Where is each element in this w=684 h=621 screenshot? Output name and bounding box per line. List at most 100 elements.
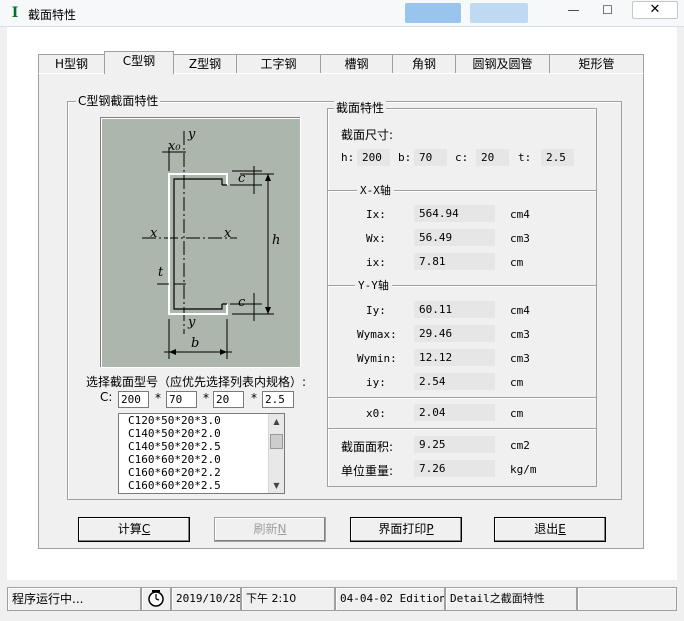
ix-unit: cm4	[510, 208, 530, 221]
tab-z-steel[interactable]: Z型钢	[173, 54, 237, 73]
label-c-bottom: c	[238, 295, 246, 310]
dim-b-label: b:	[398, 151, 412, 164]
background-window-blur-2	[470, 3, 528, 23]
tab-h-steel[interactable]: H型钢	[38, 54, 105, 73]
input-b[interactable]: 70	[166, 391, 197, 408]
list-item[interactable]: C120*50*20*3.0	[119, 414, 284, 427]
dim-t-label: t:	[518, 151, 532, 164]
group-title: 截面特性	[334, 101, 387, 115]
scroll-up-icon[interactable]: ▲	[269, 414, 284, 429]
area-value: 9.25	[414, 436, 495, 453]
x0-value: 2.04	[414, 404, 495, 421]
wx-value: 56.49	[414, 229, 495, 246]
wymax-label: Wymax:	[357, 328, 397, 341]
exit-button-hotkey: E	[558, 522, 566, 536]
separator-star: *	[251, 391, 257, 405]
c-section-diagram: y x₀ c x x h t c y b	[101, 118, 301, 368]
wymin-unit: cm3	[510, 352, 530, 365]
section-listbox[interactable]: C120*50*20*3.0 C140*50*20*2.0 C140*50*20…	[118, 413, 285, 494]
app-icon: I	[11, 5, 19, 21]
maximize-button[interactable]: ☐	[594, 1, 621, 19]
status-bar: 程序运行中... 2019/10/28 下午 2:10 04-04-02 Edi…	[7, 587, 677, 611]
wx-unit: cm3	[510, 232, 530, 245]
separator	[328, 428, 596, 430]
input-c[interactable]: 20	[213, 391, 244, 408]
weight-value: 7.26	[414, 460, 495, 477]
label-x-right: x	[224, 226, 232, 241]
label-x0: x₀	[168, 139, 181, 154]
tab-round-steel-tube[interactable]: 圆钢及圆管	[455, 54, 550, 73]
dim-t-value: 2.5	[541, 149, 574, 166]
background-window-blur	[405, 3, 461, 23]
yy-axis-title: Y-Y轴	[355, 277, 392, 293]
weight-unit: kg/m	[510, 463, 537, 476]
select-section-label: 选择截面型号（应优先选择列表内规格）:	[86, 375, 307, 389]
minimize-button[interactable]: —	[560, 1, 587, 19]
group-title: C型钢截面特性	[76, 94, 161, 108]
clock-icon	[141, 587, 171, 611]
refresh-button-hotkey: N	[277, 522, 287, 536]
dim-h-label: h:	[341, 151, 355, 164]
list-item[interactable]: C160*60*20*2.2	[119, 466, 284, 479]
xx-axis-title: X-X轴	[357, 182, 394, 198]
label-t: t	[158, 265, 164, 280]
separator	[328, 397, 596, 399]
dim-c-value: 20	[476, 149, 509, 166]
rx-value: 7.81	[414, 253, 495, 270]
print-button[interactable]: 界面打印P	[350, 517, 462, 542]
label-x-left: x	[150, 226, 158, 241]
wymin-value: 12.12	[414, 349, 495, 366]
exit-button[interactable]: 退出E	[494, 517, 606, 542]
ix-label: Ix:	[366, 208, 386, 221]
section-dims-title: 截面尺寸:	[341, 128, 394, 142]
iy-value: 60.11	[414, 301, 495, 318]
calculate-button[interactable]: 计算C	[78, 517, 190, 542]
status-time: 下午 2:10	[241, 587, 335, 611]
label-h: h	[272, 233, 281, 248]
input-h[interactable]: 200	[118, 391, 149, 408]
dim-c-label: c:	[455, 151, 469, 164]
ry-unit: cm	[510, 376, 524, 389]
weight-label: 单位重量:	[341, 464, 394, 478]
list-item[interactable]: C140*50*20*2.5	[119, 440, 284, 453]
tab-rect-tube[interactable]: 矩形管	[549, 54, 644, 73]
refresh-button-label: 刷新	[253, 522, 278, 536]
ix-value: 564.94	[414, 205, 495, 222]
list-item[interactable]: C160*60*20*2.0	[119, 453, 284, 466]
tab-angle[interactable]: 角钢	[392, 54, 456, 73]
tab-c-steel[interactable]: C型钢	[104, 51, 174, 74]
scroll-down-icon[interactable]: ▼	[269, 478, 284, 493]
scroll-thumb[interactable]	[270, 434, 283, 449]
rx-unit: cm	[510, 256, 524, 269]
print-button-label: 界面打印	[378, 522, 427, 536]
input-t[interactable]: 2.5	[262, 391, 294, 408]
list-item[interactable]: C140*50*20*2.0	[119, 427, 284, 440]
ry-value: 2.54	[414, 373, 495, 390]
area-label: 截面面积:	[341, 440, 394, 454]
calculate-button-label: 计算	[117, 522, 142, 536]
list-item[interactable]: C160*60*20*2.5	[119, 479, 284, 492]
dim-b-value: 70	[414, 149, 447, 166]
tab-channel[interactable]: 槽钢	[320, 54, 393, 73]
label-y-top: y	[188, 127, 196, 142]
print-button-hotkey: P	[426, 522, 434, 536]
wymax-value: 29.46	[414, 325, 495, 342]
tab-i-beam[interactable]: 工字钢	[236, 54, 321, 73]
status-module: Detail之截面特性	[445, 587, 577, 611]
label-b: b	[191, 336, 200, 351]
rx-label: ix:	[366, 256, 386, 269]
area-unit: cm2	[510, 439, 530, 452]
x0-label: x0:	[366, 407, 386, 420]
listbox-scrollbar[interactable]: ▲ ▼	[268, 414, 284, 493]
label-y-bottom: y	[188, 315, 196, 330]
wymax-unit: cm3	[510, 328, 530, 341]
status-edition: 04-04-02 Edition	[335, 587, 445, 611]
wx-label: Wx:	[366, 232, 386, 245]
close-button[interactable]: ✕	[632, 1, 678, 19]
iy-label: Iy:	[366, 304, 386, 317]
label-c-top: c	[238, 171, 246, 186]
window-title: 截面特性	[28, 8, 77, 22]
status-date: 2019/10/28	[171, 587, 241, 611]
title-bar: I 截面特性 — ☐ ✕	[0, 0, 684, 27]
refresh-button[interactable]: 刷新N	[214, 517, 326, 542]
